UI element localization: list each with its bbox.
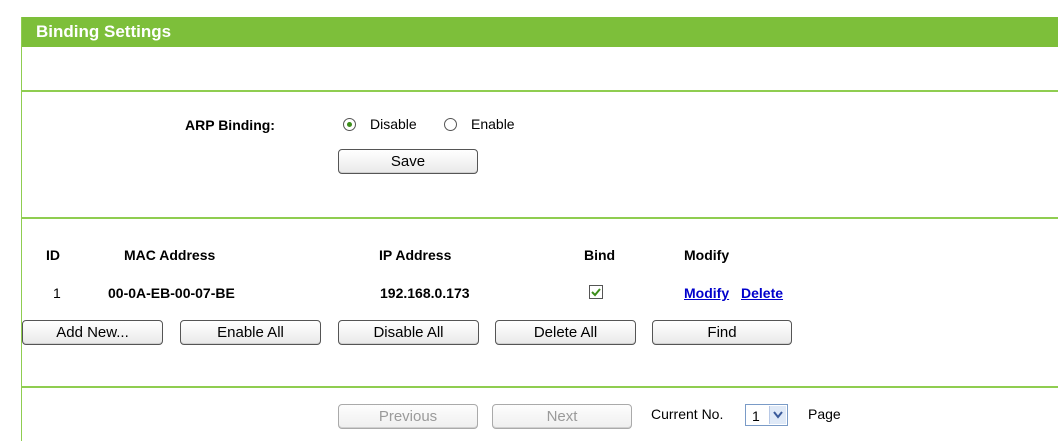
find-button[interactable]: Find bbox=[652, 320, 792, 345]
modify-link[interactable]: Modify bbox=[684, 285, 729, 301]
divider bbox=[22, 217, 1058, 219]
row-mac-address: 00-0A-EB-00-07-BE bbox=[108, 285, 235, 301]
checkmark-icon bbox=[591, 288, 601, 297]
column-header-bind: Bind bbox=[584, 247, 616, 263]
delete-all-button[interactable]: Delete All bbox=[495, 320, 636, 345]
column-header-modify: Modify bbox=[684, 247, 730, 263]
page-select-value: 1 bbox=[752, 408, 760, 424]
panel-header: Binding Settings bbox=[22, 17, 1058, 47]
enable-all-button[interactable]: Enable All bbox=[180, 320, 321, 345]
save-button[interactable]: Save bbox=[338, 149, 478, 174]
column-header-id: ID bbox=[46, 247, 60, 263]
current-no-label: Current No. bbox=[651, 406, 724, 422]
page-title: Binding Settings bbox=[36, 22, 172, 41]
page-label: Page bbox=[808, 406, 841, 422]
delete-link[interactable]: Delete bbox=[741, 285, 783, 301]
previous-button[interactable]: Previous bbox=[338, 404, 478, 429]
arp-enable-radio[interactable] bbox=[444, 118, 457, 131]
arp-disable-label: Disable bbox=[370, 116, 417, 132]
add-new-button[interactable]: Add New... bbox=[22, 320, 163, 345]
row-id: 1 bbox=[53, 285, 61, 301]
arp-enable-label: Enable bbox=[471, 116, 515, 132]
bind-checkbox[interactable] bbox=[589, 285, 603, 299]
page-select[interactable]: 1 bbox=[745, 404, 788, 426]
divider bbox=[22, 386, 1058, 388]
arp-binding-label: ARP Binding: bbox=[185, 117, 275, 133]
column-header-mac: MAC Address bbox=[124, 247, 216, 263]
disable-all-button[interactable]: Disable All bbox=[338, 320, 479, 345]
settings-panel bbox=[21, 17, 1058, 441]
next-button[interactable]: Next bbox=[492, 404, 632, 429]
arp-disable-radio[interactable] bbox=[343, 118, 356, 131]
divider bbox=[22, 90, 1058, 92]
column-header-ip: IP Address bbox=[379, 247, 452, 263]
chevron-down-icon bbox=[769, 406, 786, 424]
row-ip-address: 192.168.0.173 bbox=[380, 285, 470, 301]
